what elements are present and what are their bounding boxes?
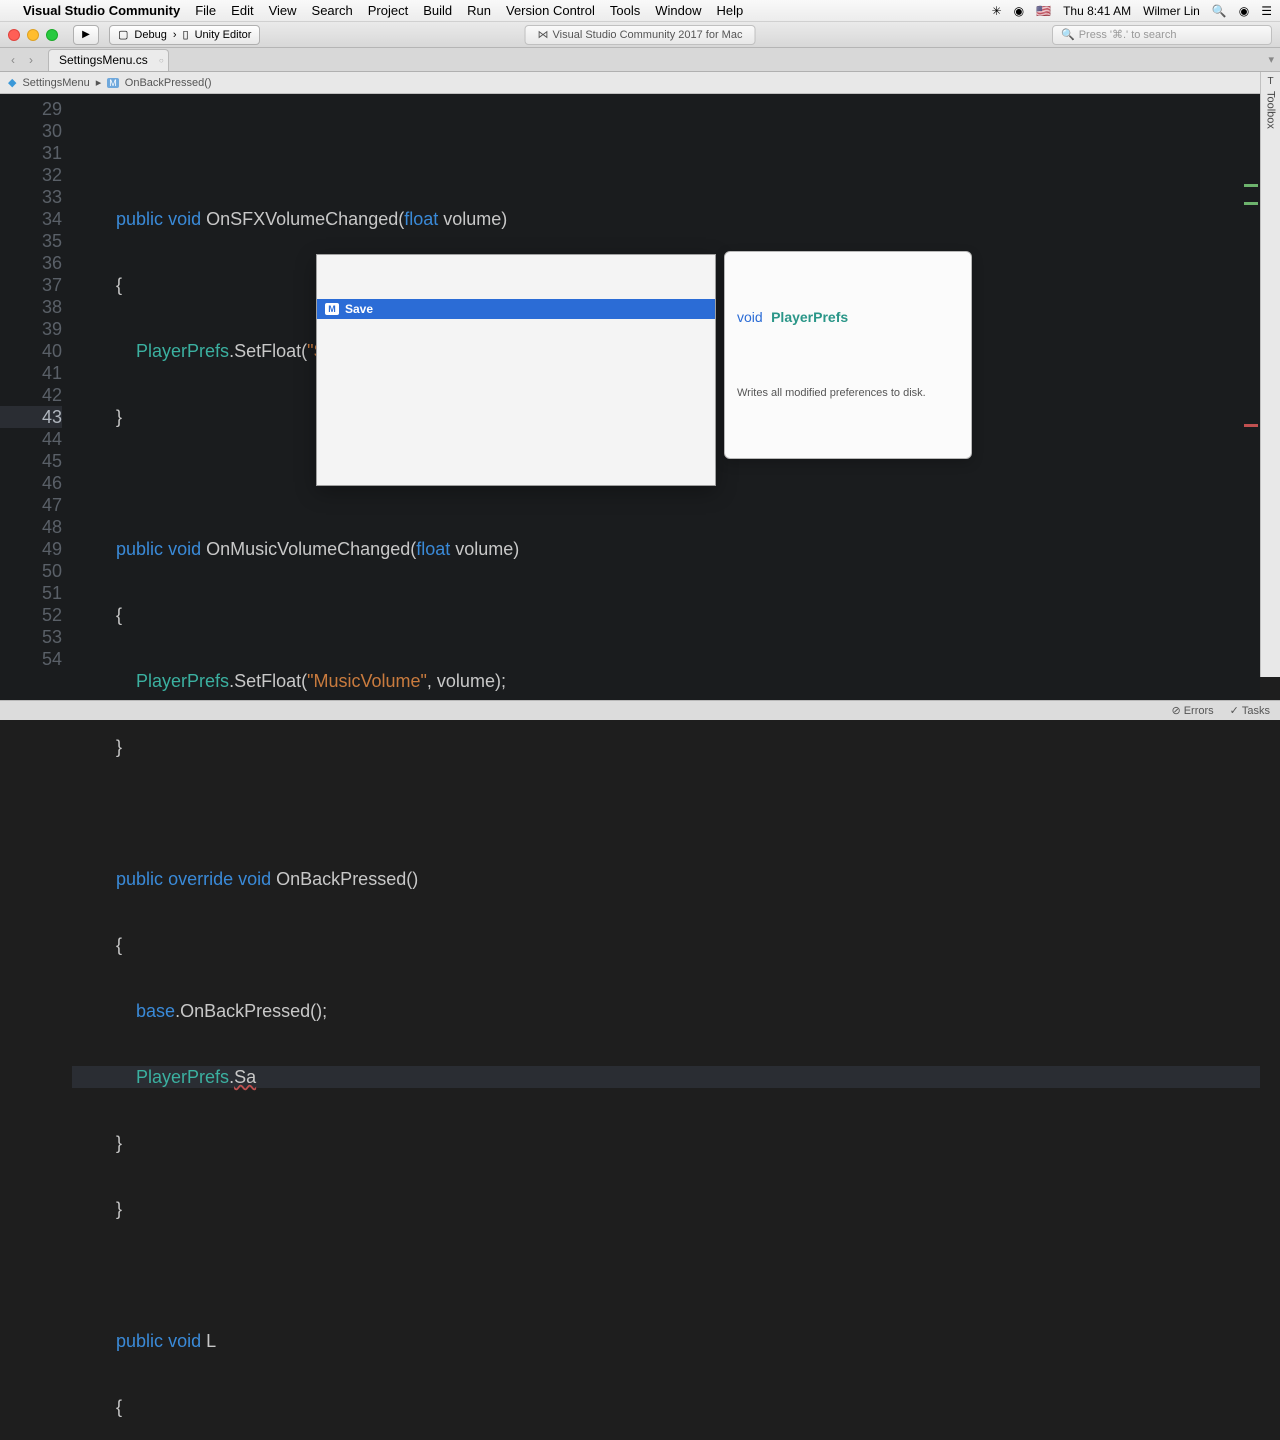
- wifi-icon[interactable]: ◉: [1014, 4, 1024, 18]
- check-icon: ✓: [1230, 704, 1239, 717]
- status-bar: ⊘Errors ✓Tasks: [0, 700, 1280, 720]
- document-tabbar: ‹ › SettingsMenu.cs ○ ▾: [0, 48, 1280, 72]
- search-icon[interactable]: 🔍: [1212, 4, 1227, 18]
- close-tab-icon[interactable]: ○: [159, 56, 164, 65]
- siri-icon[interactable]: ◉: [1239, 4, 1249, 18]
- method-badge-icon: M: [325, 303, 339, 315]
- window-controls: [8, 29, 58, 41]
- change-marker: [1244, 184, 1258, 187]
- tab-options-icon[interactable]: ▾: [1268, 53, 1274, 66]
- menu-icon[interactable]: ☰: [1261, 4, 1272, 18]
- clock[interactable]: Thu 8:41 AM: [1063, 4, 1131, 18]
- errors-indicator[interactable]: ⊘Errors: [1171, 704, 1213, 717]
- status-icon[interactable]: ✳: [992, 4, 1002, 18]
- nav-forward-button[interactable]: ›: [22, 51, 40, 69]
- user-name[interactable]: Wilmer Lin: [1143, 4, 1200, 18]
- flag-icon[interactable]: 🇺🇸: [1036, 4, 1051, 18]
- menu-tools[interactable]: Tools: [610, 3, 640, 18]
- line-gutter: 2930313233343536373839404142434445464748…: [0, 94, 72, 700]
- minimize-window-button[interactable]: [27, 29, 39, 41]
- breadcrumb-method[interactable]: OnBackPressed(): [125, 77, 212, 89]
- method-icon: M: [107, 78, 119, 88]
- code-area[interactable]: public void OnSFXVolumeChanged(float vol…: [72, 94, 1260, 700]
- autocomplete-popup[interactable]: M Save: [316, 254, 716, 486]
- code-editor[interactable]: 2930313233343536373839404142434445464748…: [0, 94, 1260, 700]
- run-button[interactable]: ▶: [73, 25, 99, 45]
- global-search[interactable]: 🔍 Press '⌘.' to search: [1052, 25, 1272, 45]
- app-name[interactable]: Visual Studio Community: [23, 3, 180, 18]
- breadcrumb: ◆ SettingsMenu ▸ M OnBackPressed(): [0, 72, 1280, 94]
- menu-project[interactable]: Project: [368, 3, 408, 18]
- menu-search[interactable]: Search: [312, 3, 353, 18]
- menu-run[interactable]: Run: [467, 3, 491, 18]
- menu-window[interactable]: Window: [655, 3, 701, 18]
- macos-menubar: Visual Studio Community File Edit View S…: [0, 0, 1280, 22]
- change-marker: [1244, 202, 1258, 205]
- maximize-window-button[interactable]: [46, 29, 58, 41]
- toolbox-panel[interactable]: T Toolbox: [1260, 72, 1280, 677]
- menu-version-control[interactable]: Version Control: [506, 3, 595, 18]
- autocomplete-item-save[interactable]: M Save: [317, 299, 715, 319]
- error-icon: ⊘: [1171, 704, 1180, 717]
- search-icon: 🔍: [1061, 28, 1075, 41]
- error-marker: [1244, 424, 1258, 427]
- menu-view[interactable]: View: [269, 3, 297, 18]
- tasks-indicator[interactable]: ✓Tasks: [1230, 704, 1270, 717]
- file-tab[interactable]: SettingsMenu.cs ○: [48, 49, 169, 71]
- signature-tooltip: void PlayerPrefs Writes all modified pre…: [724, 251, 972, 459]
- close-window-button[interactable]: [8, 29, 20, 41]
- class-icon: ◆: [8, 76, 16, 89]
- menu-help[interactable]: Help: [716, 3, 743, 18]
- run-configuration[interactable]: ▢Debug› ▯Unity Editor: [109, 25, 260, 45]
- menu-edit[interactable]: Edit: [231, 3, 253, 18]
- nav-back-button[interactable]: ‹: [4, 51, 22, 69]
- window-title: ⋈Visual Studio Community 2017 for Mac: [525, 25, 756, 45]
- breadcrumb-class[interactable]: SettingsMenu: [22, 77, 89, 89]
- menu-file[interactable]: File: [195, 3, 216, 18]
- menu-build[interactable]: Build: [423, 3, 452, 18]
- ide-toolbar: ▶ ▢Debug› ▯Unity Editor ⋈Visual Studio C…: [0, 22, 1280, 48]
- toolbox-icon: T: [1267, 76, 1273, 87]
